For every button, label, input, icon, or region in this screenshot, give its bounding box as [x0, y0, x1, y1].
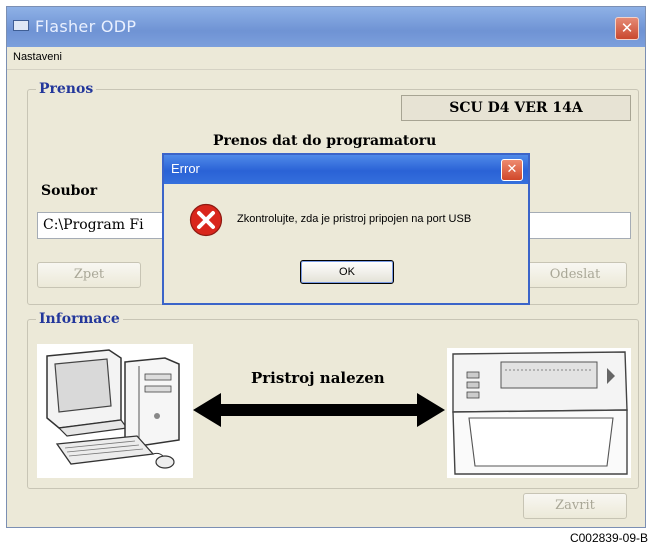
error-dialog: Error ✕ Zkontrolujte, zda je pristroj pr… — [162, 153, 530, 305]
file-path-value: C:\Program Fi — [43, 217, 144, 233]
send-button[interactable]: Odeslat — [523, 262, 627, 288]
back-button[interactable]: Zpet — [37, 262, 141, 288]
menu-nastaveni[interactable]: Nastaveni — [13, 51, 62, 63]
menu-bar: Nastaveni — [7, 47, 645, 70]
prenos-group-label: Prenos — [36, 81, 97, 97]
dialog-title: Error — [171, 161, 200, 176]
app-icon — [13, 20, 29, 31]
computer-illustration — [37, 344, 193, 478]
figure-code: C002839-09-B — [569, 531, 648, 545]
error-icon — [189, 203, 223, 237]
close-icon: ✕ — [506, 162, 518, 177]
connection-arrow-icon — [193, 393, 445, 427]
version-display: SCU D4 VER 14A — [401, 95, 631, 121]
main-window: Flasher ODP ✕ Nastaveni Prenos Informace… — [6, 6, 646, 528]
close-button[interactable]: Zavrit — [523, 493, 627, 519]
ok-button[interactable]: OK — [300, 260, 394, 284]
window-title: Flasher ODP — [35, 17, 137, 36]
transfer-heading: Prenos dat do programatoru — [213, 133, 437, 149]
close-icon: ✕ — [620, 19, 634, 37]
close-window-button[interactable]: ✕ — [615, 17, 639, 40]
title-bar[interactable]: Flasher ODP ✕ — [7, 7, 645, 47]
error-message: Zkontrolujte, zda je pristroj pripojen n… — [237, 213, 472, 225]
device-illustration — [447, 348, 631, 478]
informace-group-label: Informace — [36, 311, 123, 327]
dialog-title-bar[interactable]: Error ✕ — [164, 155, 528, 184]
dialog-close-button[interactable]: ✕ — [501, 159, 523, 181]
file-label: Soubor — [41, 183, 98, 199]
device-status: Pristroj nalezen — [251, 369, 385, 387]
